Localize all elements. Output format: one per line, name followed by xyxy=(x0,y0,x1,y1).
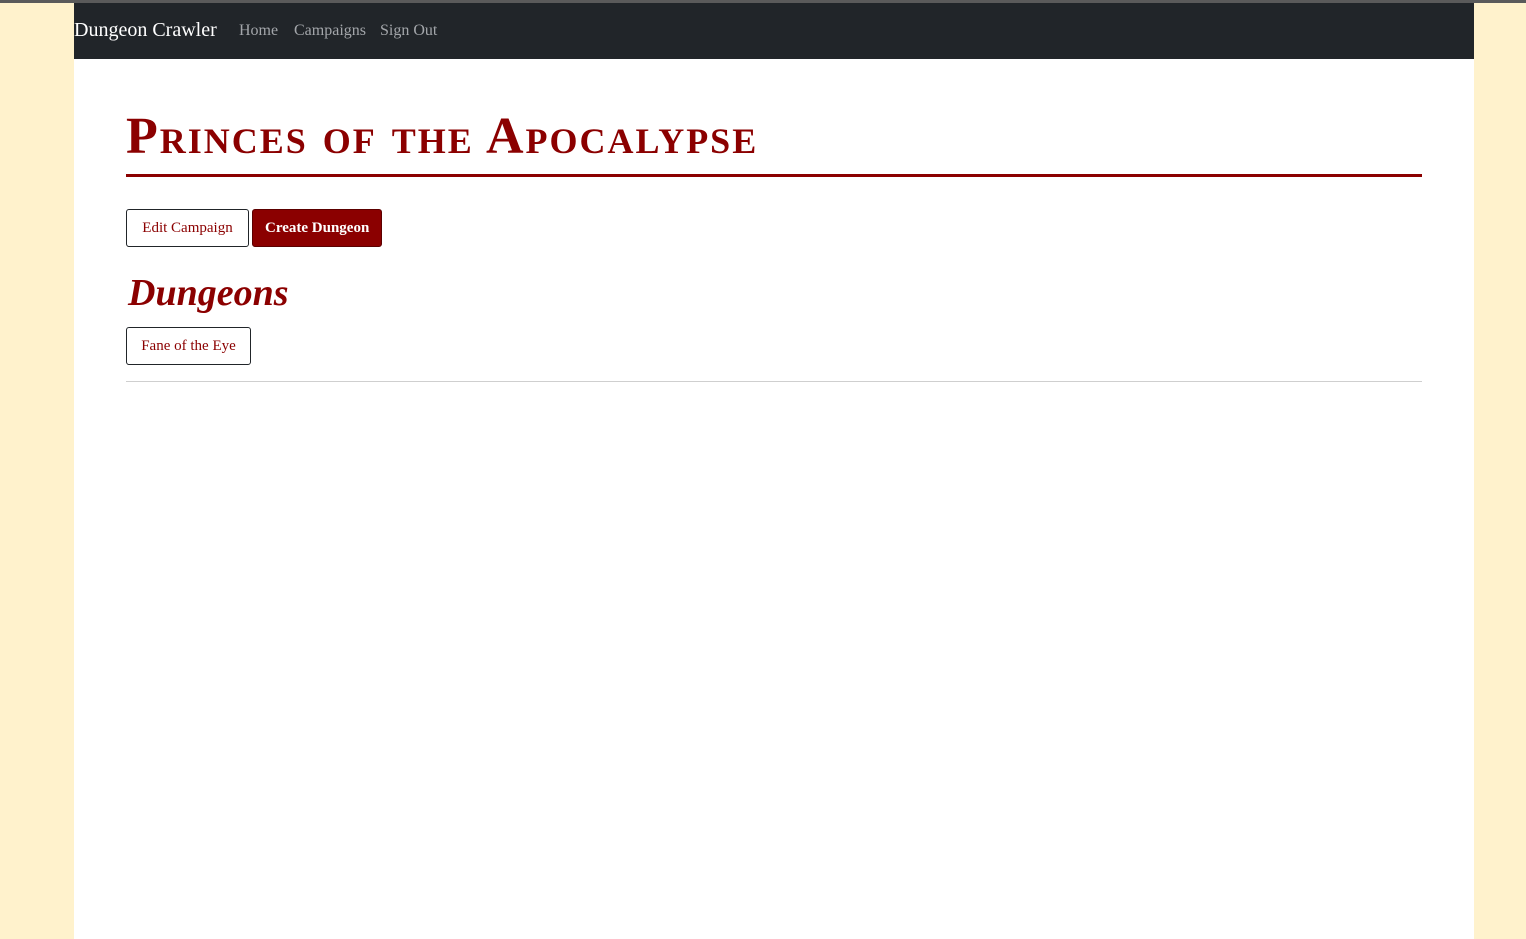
navbar: Dungeon Crawler Home Campaigns Sign Out xyxy=(74,3,1474,59)
create-dungeon-button[interactable]: Create Dungeon xyxy=(252,209,382,247)
page-title: Princes of the Apocalypse xyxy=(126,108,759,165)
brand-link[interactable]: Dungeon Crawler xyxy=(74,17,217,43)
nav-campaigns-link[interactable]: Campaigns xyxy=(294,21,366,41)
nav-home-link[interactable]: Home xyxy=(239,21,278,41)
section-divider xyxy=(126,381,1422,382)
edit-campaign-button[interactable]: Edit Campaign xyxy=(126,209,249,247)
nav-sign-out-link[interactable]: Sign Out xyxy=(380,21,437,41)
dungeons-heading: Dungeons xyxy=(128,272,289,314)
title-underline xyxy=(126,174,1422,177)
page-container: Dungeon Crawler Home Campaigns Sign Out … xyxy=(74,3,1474,939)
dungeon-link-button[interactable]: Fane of the Eye xyxy=(126,327,251,365)
